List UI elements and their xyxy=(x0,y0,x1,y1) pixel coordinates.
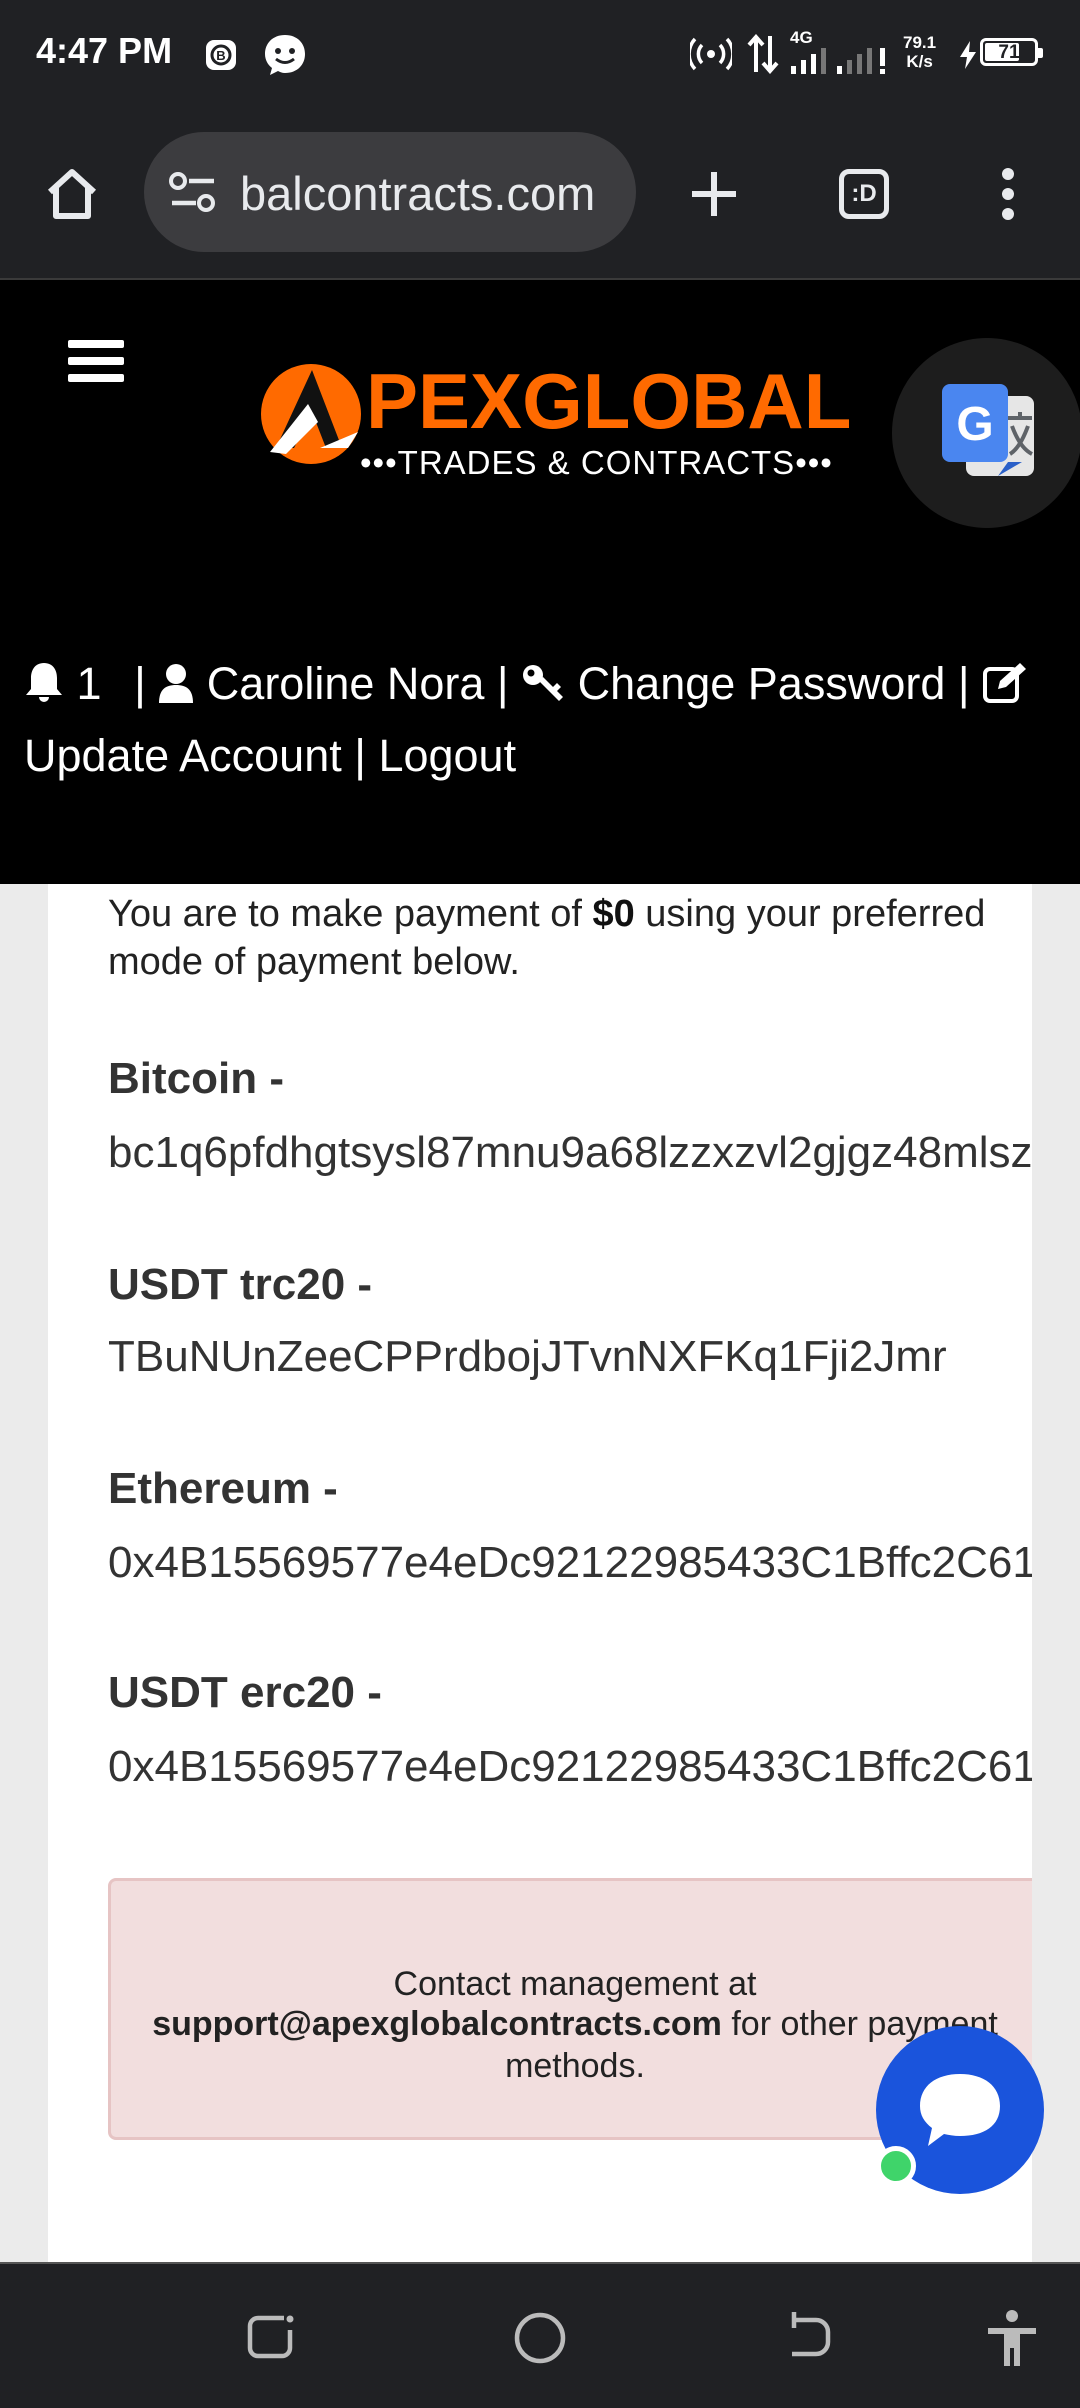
logo-mark-icon xyxy=(261,364,361,464)
network-speed: 79.1 K/s xyxy=(903,33,936,71)
site-logo[interactable]: PEXGLOBAL •••TRADES & CONTRACTS••• xyxy=(256,352,856,482)
site-header: PEXGLOBAL •••TRADES & CONTRACTS••• G 1 |… xyxy=(0,278,1080,884)
home-nav-icon[interactable] xyxy=(512,2310,568,2366)
hamburger-menu-icon[interactable] xyxy=(68,340,124,390)
battery-icon: 71 xyxy=(980,38,1043,66)
ethereum-label: Ethereum - xyxy=(108,1464,338,1513)
notification-count[interactable]: 1 xyxy=(77,658,102,709)
tab-switcher-button[interactable]: :D xyxy=(824,154,904,234)
payment-amount: $0 xyxy=(592,893,635,935)
data-transfer-icon xyxy=(747,34,779,74)
new-tab-icon xyxy=(692,172,736,216)
status-time: 4:47 PM xyxy=(36,30,173,71)
live-chat-button[interactable] xyxy=(876,2026,1044,2194)
recents-icon[interactable] xyxy=(244,2310,298,2364)
browser-toolbar: balcontracts.com :D xyxy=(0,110,1080,278)
bell-icon[interactable] xyxy=(24,654,64,722)
intro-prefix: You are to make payment of xyxy=(108,893,593,935)
url-text[interactable]: balcontracts.com xyxy=(240,166,595,221)
usdt-erc20-address[interactable]: 0x4B15569577e4eDc92122985433C1Bffc2C6117… xyxy=(108,1742,1032,1792)
user-navigation: 1 | Caroline Nora | Change Password | Up… xyxy=(24,650,1054,790)
user-icon xyxy=(158,654,194,722)
more-menu-icon xyxy=(1002,168,1014,220)
usdt-erc20-label: USDT erc20 - xyxy=(108,1668,382,1717)
more-menu-button[interactable] xyxy=(968,154,1048,234)
change-password-link[interactable]: Change Password | xyxy=(578,658,970,709)
network-speed-unit: K/s xyxy=(906,52,933,71)
bitcoin-label: Bitcoin - xyxy=(108,1054,284,1103)
svg-text:G: G xyxy=(956,398,993,451)
update-account-link[interactable]: Update Account xyxy=(24,730,342,781)
usdt-trc20-label: USDT trc20 - xyxy=(108,1260,373,1309)
chat-app-notification-icon xyxy=(265,35,305,75)
bitcoin-address[interactable]: bc1q6pfdhgtsysl87mnu9a68lzzxzvl2gjgz48ml… xyxy=(108,1128,1032,1178)
logo-subtitle: •••TRADES & CONTRACTS••• xyxy=(360,444,833,481)
charging-icon xyxy=(960,41,976,69)
system-navigation-bar xyxy=(0,2262,1080,2408)
logo-title: PEXGLOBAL xyxy=(366,357,852,445)
edit-icon xyxy=(982,654,1028,722)
google-translate-icon: G xyxy=(942,384,1034,476)
key-icon xyxy=(521,654,565,722)
support-email-link[interactable]: support@apexglobalcontracts.com xyxy=(152,2005,722,2043)
signal-sim1-icon xyxy=(791,48,826,74)
battery-tip xyxy=(1038,48,1043,58)
network-speed-value: 79.1 xyxy=(903,33,937,52)
ethereum-address[interactable]: 0x4B15569577e4eDc92122985433C1Bffc2C6117… xyxy=(108,1538,1032,1588)
site-settings-icon[interactable] xyxy=(168,170,218,214)
network-type-label: 4G xyxy=(790,28,813,47)
signal-sim2-icon xyxy=(837,48,885,74)
user-profile-link[interactable]: Caroline Nora | xyxy=(207,658,509,709)
address-bar[interactable]: balcontracts.com xyxy=(144,132,636,252)
new-tab-button[interactable] xyxy=(674,154,754,234)
tab-switcher-label: :D xyxy=(851,180,877,207)
usdt-trc20-address[interactable]: TBuNUnZeeCPPrdbojJTvnNXFKq1Fji2Jmr xyxy=(108,1332,947,1382)
logout-link[interactable]: Logout xyxy=(378,730,516,781)
nav-separator-2: | xyxy=(341,730,379,781)
accessibility-icon[interactable] xyxy=(984,2308,1040,2368)
back-nav-icon[interactable] xyxy=(782,2310,836,2364)
app-notification-icon: B xyxy=(206,40,236,70)
payment-intro: You are to make payment of $0 using your… xyxy=(108,890,1032,986)
tab-switcher-icon: :D xyxy=(839,169,889,219)
online-status-indicator xyxy=(876,2146,916,2186)
svg-text:B: B xyxy=(216,48,225,63)
nav-separator: | xyxy=(134,658,146,709)
battery-level: 71 xyxy=(998,42,1020,63)
home-button[interactable] xyxy=(32,154,112,234)
status-bar: 4:47 PM B 4G 79.1 K/s 71 xyxy=(0,0,1080,110)
google-translate-button[interactable]: G xyxy=(892,338,1080,528)
notice-line-1: Contact management at xyxy=(393,1965,757,2003)
home-icon xyxy=(47,169,97,219)
hotspot-icon xyxy=(690,37,732,71)
